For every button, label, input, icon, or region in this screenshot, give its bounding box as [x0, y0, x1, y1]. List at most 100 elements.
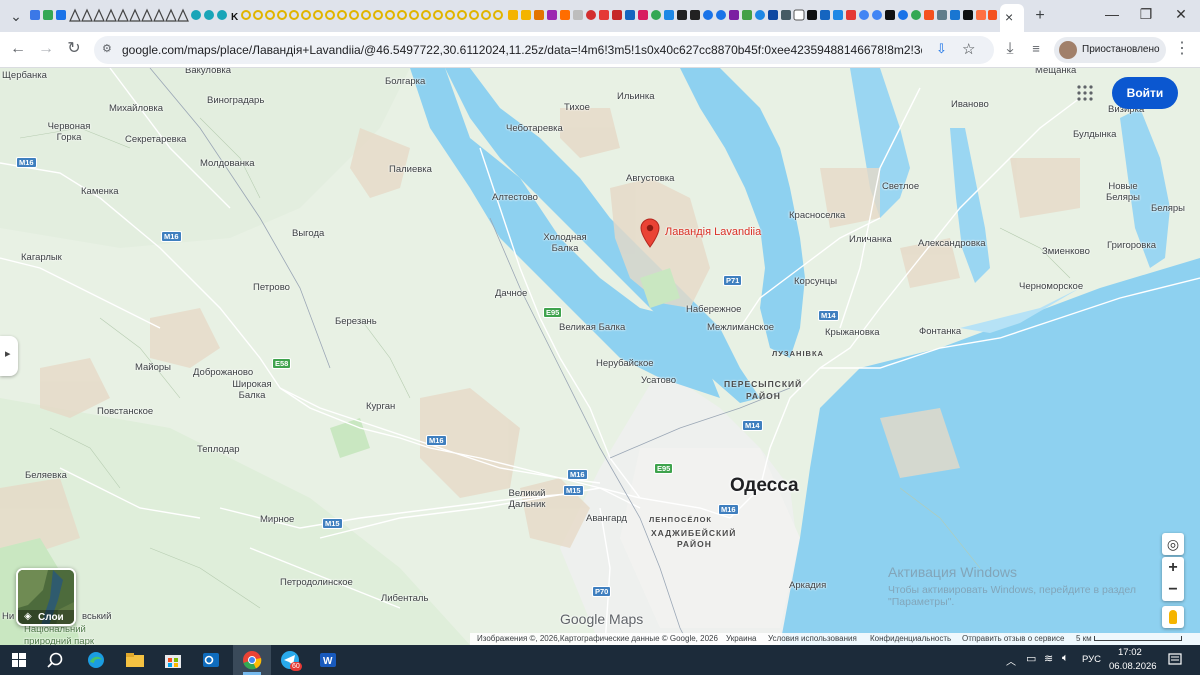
place-label[interactable]: Холодная Балка	[540, 232, 590, 254]
place-label[interactable]: Змиенково	[1042, 246, 1090, 257]
district-label[interactable]: ПЕРЕСЫПСКИЙ	[724, 379, 802, 390]
road-shield[interactable]: M16	[16, 157, 37, 168]
place-label[interactable]: Беляры	[1151, 203, 1185, 214]
place-label[interactable]: Александровка	[918, 238, 986, 249]
side-panel-toggle[interactable]: ▸	[0, 336, 18, 376]
minimize-button[interactable]: —	[1097, 6, 1127, 22]
road-shield[interactable]: E58	[272, 358, 292, 369]
privacy-link[interactable]: Конфиденциальность	[870, 633, 951, 645]
place-label[interactable]: Усатово	[641, 375, 676, 386]
place-label[interactable]: Тихое	[564, 102, 590, 113]
forward-arrow-icon[interactable]: →	[36, 40, 56, 58]
road-shield[interactable]: P70	[592, 586, 612, 597]
place-label[interactable]: Палиевка	[389, 164, 432, 175]
place-label[interactable]: Секретаревка	[125, 134, 186, 145]
place-label[interactable]: Мирное	[260, 514, 294, 525]
sign-in-button[interactable]: Войти	[1112, 77, 1178, 109]
place-label[interactable]: Либенталь	[381, 593, 428, 604]
place-label[interactable]: Березань	[335, 316, 377, 327]
notifications-icon[interactable]	[1168, 653, 1182, 667]
place-label[interactable]: Межлиманское	[707, 322, 774, 333]
place-label[interactable]: Майоры	[135, 362, 171, 373]
place-label[interactable]: Авангард	[586, 513, 627, 524]
place-label[interactable]: Новые Беляры	[1103, 181, 1143, 203]
scale-label[interactable]: 5 км	[1076, 633, 1092, 645]
volume-icon[interactable]: 🔈︎	[1062, 652, 1069, 665]
place-label[interactable]: Фонтанка	[919, 326, 961, 337]
place-label[interactable]: Григоровка	[1107, 240, 1156, 251]
road-shield[interactable]: M14	[818, 310, 839, 321]
place-label[interactable]: Мещанка	[1035, 68, 1076, 76]
tab-search-button[interactable]: ⌄	[6, 8, 26, 24]
place-label[interactable]: Красноселка	[789, 210, 845, 221]
place-label[interactable]: Ильинка	[617, 91, 655, 102]
place-label[interactable]: Черноморское	[1019, 281, 1083, 292]
place-label[interactable]: Набережное	[686, 304, 741, 315]
close-window-button[interactable]: ✕	[1166, 6, 1196, 23]
district-label[interactable]: ЛУЗАНІВКА	[772, 348, 824, 359]
wifi-icon[interactable]: ≋	[1044, 652, 1053, 665]
pegman-button[interactable]	[1162, 606, 1184, 628]
maximize-button[interactable]: ❐	[1131, 6, 1161, 23]
place-label[interactable]: Августовка	[626, 173, 674, 184]
chrome-taskbar-active[interactable]	[233, 645, 271, 675]
place-label[interactable]: Доброжаново	[193, 367, 253, 378]
city-label[interactable]: Одесса	[730, 475, 799, 497]
place-label[interactable]: Виноградарь	[207, 95, 264, 106]
place-label[interactable]: Червоная Горка	[44, 121, 94, 143]
map-canvas[interactable]: Лавандія Lavandiia Одесса Щербанка Вакул…	[0, 68, 1200, 645]
place-label[interactable]: Михайловка	[109, 103, 163, 114]
road-shield[interactable]: M16	[161, 231, 182, 242]
word-icon[interactable]: W	[317, 650, 339, 670]
district-label[interactable]: ХАДЖИБЕЙСКИЙ	[651, 528, 736, 539]
place-label[interactable]: Корсунцы	[794, 276, 837, 287]
profile-chip[interactable]: Приостановлено	[1054, 37, 1166, 63]
network-icon[interactable]: ▭	[1026, 652, 1036, 665]
edge-icon[interactable]	[85, 650, 107, 670]
place-label[interactable]: Чеботаревка	[506, 123, 563, 134]
road-shield[interactable]: M14	[742, 420, 763, 431]
place-label[interactable]: Беляевка	[25, 470, 67, 481]
place-label[interactable]: Петродолинское	[280, 577, 353, 588]
file-explorer-icon[interactable]	[124, 650, 146, 670]
place-label[interactable]: Кагарлык	[21, 252, 62, 263]
road-shield[interactable]: E95	[654, 463, 674, 474]
search-icon[interactable]	[46, 650, 68, 670]
downloads-icon[interactable]: ⤓	[1000, 40, 1020, 58]
place-label[interactable]: Вакуловка	[185, 68, 231, 76]
pinned-tab-favicons[interactable]: K	[28, 0, 998, 32]
install-app-icon[interactable]: ⇩	[936, 41, 947, 57]
district-label[interactable]: РАЙОН	[677, 539, 712, 550]
place-label[interactable]: Болгарка	[385, 76, 425, 87]
place-pin-icon[interactable]	[639, 218, 661, 248]
bookmark-star-icon[interactable]: ☆	[962, 40, 975, 58]
place-label[interactable]: Повстанское	[97, 406, 153, 417]
layers-button[interactable]: ◈ Слои	[16, 568, 76, 626]
road-shield[interactable]: E95	[543, 307, 563, 318]
place-label[interactable]: Нерубайское	[596, 358, 654, 369]
back-arrow-icon[interactable]: ←	[8, 40, 28, 58]
place-label[interactable]: Теплодар	[197, 444, 240, 455]
place-label[interactable]: Светлое	[882, 181, 919, 192]
place-label[interactable]: Петрово	[253, 282, 290, 293]
place-label[interactable]: природний парк	[24, 636, 94, 645]
district-label[interactable]: РАЙОН	[746, 391, 781, 402]
address-bar[interactable]: ⚙ google.com/maps/place/Лавандія+Lavandi…	[94, 36, 994, 64]
chrome-menu-icon[interactable]: ⋮	[1172, 40, 1192, 58]
place-label[interactable]: Аркадия	[789, 580, 826, 591]
place-label[interactable]: Великая Балка	[559, 322, 625, 333]
my-location-button[interactable]: ◎	[1162, 533, 1184, 555]
road-shield[interactable]: M15	[322, 518, 343, 529]
road-shield[interactable]: M16	[567, 469, 588, 480]
place-label[interactable]: Ни	[2, 611, 14, 622]
place-label[interactable]: Дачное	[495, 288, 527, 299]
place-label[interactable]: Щербанка	[2, 70, 47, 81]
input-language[interactable]: РУС	[1082, 654, 1101, 665]
place-label[interactable]: Иваново	[951, 99, 989, 110]
place-label[interactable]: Крыжановка	[825, 327, 880, 338]
site-info-icon[interactable]: ⚙	[102, 42, 112, 55]
road-shield[interactable]: M16	[718, 504, 739, 515]
place-label[interactable]: Алтестово	[492, 192, 538, 203]
clock-time[interactable]: 17:02	[1118, 647, 1142, 658]
media-controls-icon[interactable]: ≡	[1026, 40, 1046, 58]
